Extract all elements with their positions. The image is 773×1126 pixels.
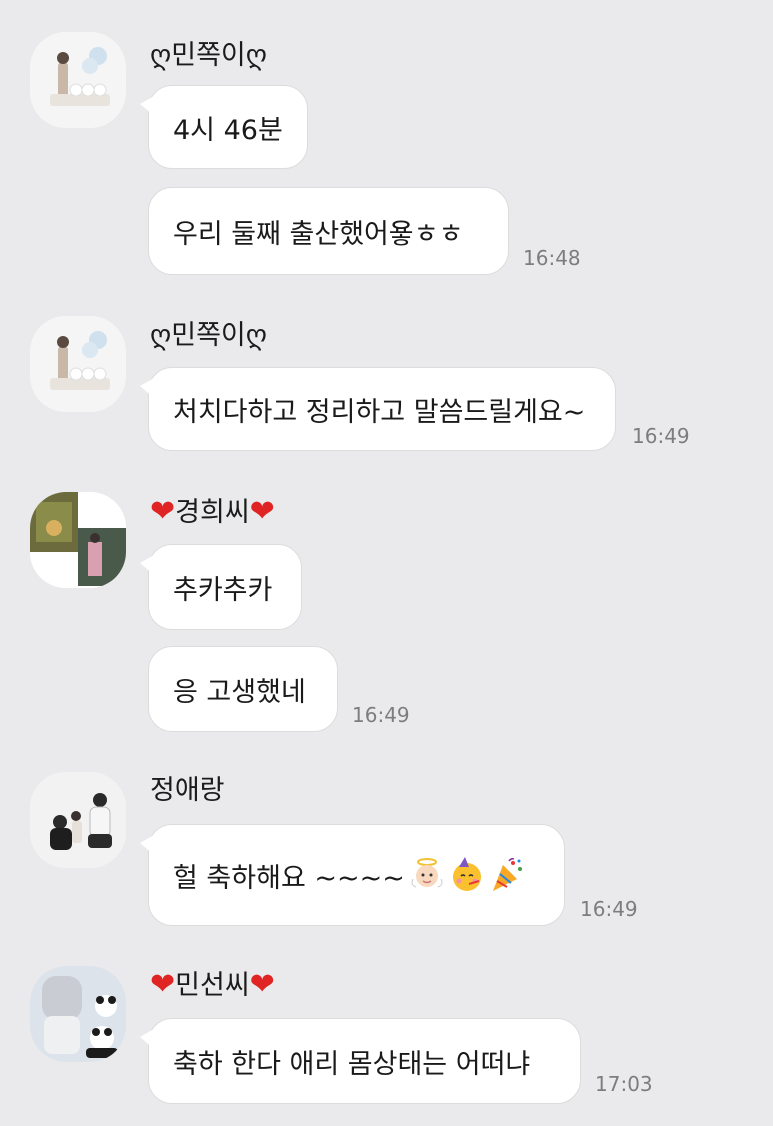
message-time: 17:03 (595, 1072, 653, 1096)
profile-photo-icon (30, 32, 126, 128)
heart-icon: ❤ (150, 494, 176, 529)
sender-name: 정애랑 (150, 775, 225, 806)
angel-baby-emoji (411, 858, 443, 888)
sender-name: ❤경희씨❤ (150, 494, 275, 529)
message-bubble[interactable]: 응 고생했네 (148, 646, 338, 732)
sender-name: ღ민쪽이ღ (150, 320, 267, 351)
message-time: 16:49 (632, 424, 690, 448)
message-bubble[interactable]: 추카추카 (140, 544, 302, 630)
party-face-emoji (452, 857, 481, 891)
message-bubble[interactable]: 축하 한다 애리 몸상태는 어떠냐 (140, 1018, 581, 1104)
avatar[interactable] (30, 32, 126, 128)
avatar[interactable] (30, 492, 126, 588)
profile-photo-icon (30, 772, 126, 868)
profile-photo-icon (30, 492, 126, 588)
message-time: 16:49 (352, 703, 410, 727)
message-bubble[interactable]: 처치다하고 정리하고 말씀드릴게요~ (140, 367, 616, 451)
message-bubble[interactable]: 헐 축하해요 ~~~~ (140, 824, 565, 926)
avatar[interactable] (30, 966, 126, 1062)
profile-photo-icon (30, 966, 126, 1062)
message-bubble[interactable]: 4시 46분 (140, 85, 308, 169)
heart-icon: ❤ (249, 494, 275, 529)
avatar[interactable] (30, 772, 126, 868)
avatar[interactable] (30, 316, 126, 412)
heart-icon: ❤ (150, 967, 176, 1002)
heart-icon: ❤ (249, 967, 275, 1002)
sender-name: ❤민선씨❤ (150, 967, 275, 1002)
party-popper-emoji (492, 858, 522, 891)
sender-name: ღ민쪽이ღ (150, 40, 267, 71)
message-time: 16:49 (580, 897, 638, 921)
profile-photo-icon (30, 316, 126, 412)
message-time: 16:48 (523, 246, 581, 270)
message-bubble[interactable]: 우리 둘째 출산했어욯ㅎㅎ (148, 187, 509, 275)
